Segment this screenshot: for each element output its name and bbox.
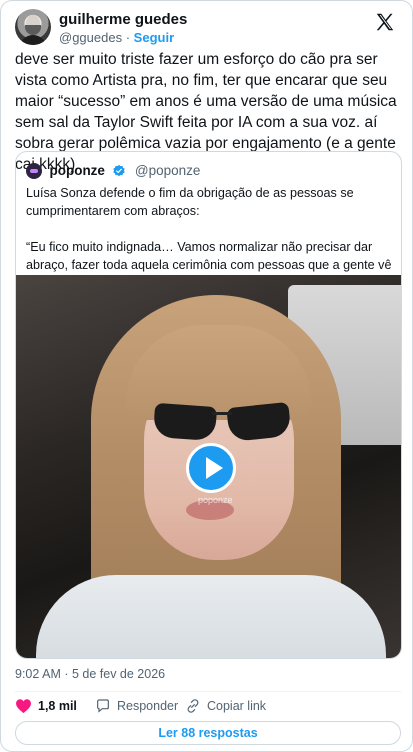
read-replies-button[interactable]: Ler 88 respostas bbox=[15, 721, 401, 745]
play-icon[interactable] bbox=[186, 443, 236, 493]
heart-icon bbox=[16, 699, 31, 714]
copy-link-button[interactable]: Copiar link bbox=[185, 697, 266, 715]
reply-label: Responder bbox=[117, 699, 179, 713]
avatar[interactable] bbox=[15, 9, 51, 45]
quoted-tweet[interactable]: poponze @poponze Luísa Sonza defende o f… bbox=[15, 151, 402, 659]
like-count: 1,8 mil bbox=[38, 699, 77, 713]
copy-link-label: Copiar link bbox=[207, 699, 267, 713]
quoted-avatar bbox=[26, 162, 42, 179]
action-bar: 1,8 mil Responder Copiar link bbox=[15, 697, 401, 717]
reply-button[interactable]: Responder bbox=[95, 697, 178, 715]
author-handle-row: @gguedes · Seguir bbox=[59, 30, 174, 45]
like-button[interactable]: 1,8 mil bbox=[15, 697, 77, 715]
divider bbox=[15, 691, 401, 692]
verified-badge-icon bbox=[113, 164, 126, 176]
quoted-author-handle: @poponze bbox=[134, 163, 201, 179]
follow-button[interactable]: Seguir bbox=[134, 30, 174, 45]
video-watermark: poponze bbox=[198, 495, 233, 505]
separator-dot: · bbox=[125, 30, 131, 45]
quoted-tweet-header: poponze @poponze bbox=[26, 162, 200, 180]
tweet-card: guilherme guedes @gguedes · Seguir deve … bbox=[0, 0, 413, 752]
link-icon bbox=[187, 699, 199, 713]
speech-bubble-icon bbox=[97, 699, 109, 713]
quoted-author-name: poponze bbox=[49, 163, 105, 179]
author-handle[interactable]: @gguedes bbox=[59, 30, 122, 45]
tweet-timestamp[interactable]: 9:02 AM · 5 de fev de 2026 bbox=[15, 667, 165, 681]
author-name[interactable]: guilherme guedes bbox=[59, 11, 187, 28]
video-player[interactable]: poponze bbox=[16, 275, 401, 658]
x-logo-icon[interactable] bbox=[374, 11, 396, 33]
tweet-header: guilherme guedes @gguedes · Seguir bbox=[15, 9, 400, 45]
